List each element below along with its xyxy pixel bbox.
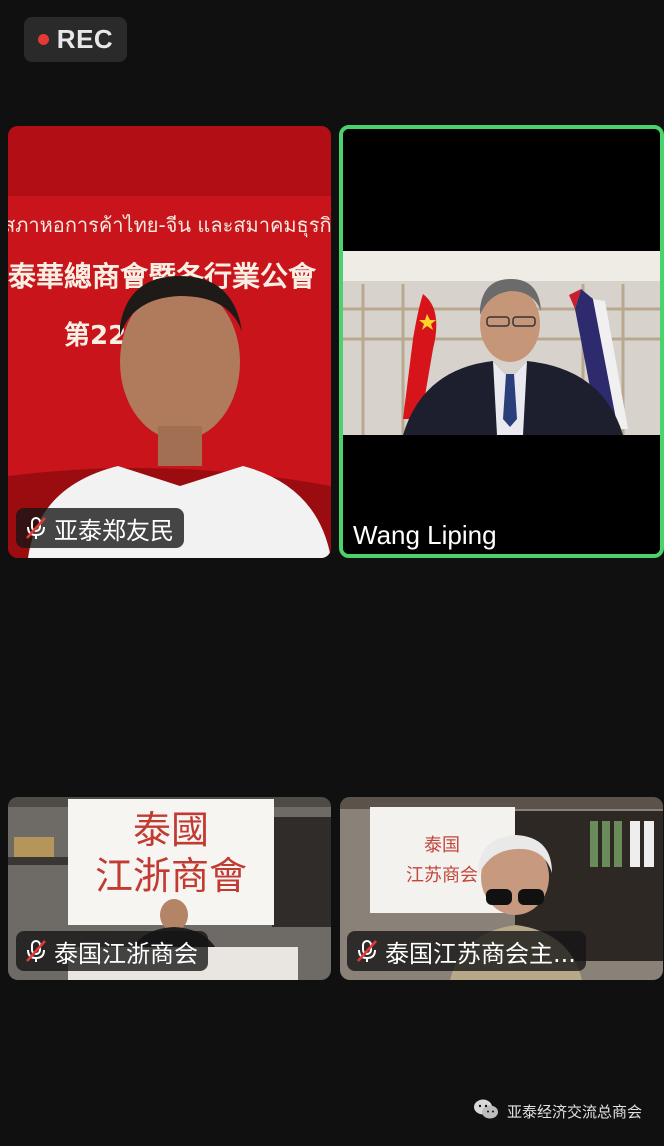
participant-nameplate: Wang Liping bbox=[353, 515, 497, 554]
mic-muted-icon bbox=[24, 515, 48, 541]
participant-name: 泰国江浙商会 bbox=[54, 939, 198, 968]
participant-name: 泰国江苏商会主... bbox=[385, 939, 576, 968]
participant-video-2 bbox=[343, 129, 660, 554]
participant-nameplate: 亚泰郑友民 bbox=[16, 508, 184, 548]
participant-video-1: สภาหอการค้าไทย-จีน และสมาคมธุรกิจ 泰華總商會暨… bbox=[8, 126, 331, 558]
participant-nameplate: 泰国江浙商会 bbox=[16, 931, 208, 971]
sign-line-2: 江苏商会 bbox=[406, 865, 478, 886]
sign-line-1: 泰國 bbox=[133, 808, 209, 852]
video-tile-3[interactable]: 泰國 江浙商會 泰国江浙商会 bbox=[8, 797, 331, 980]
sign-line-2: 江浙商會 bbox=[95, 854, 247, 898]
mic-muted-icon bbox=[355, 938, 379, 964]
wechat-watermark: 亚泰经济交流总商会 bbox=[473, 1098, 642, 1124]
video-tile-2[interactable]: Wang Liping bbox=[339, 125, 664, 558]
sign-line-1: 泰国 bbox=[424, 835, 460, 856]
watermark-label: 亚泰经济交流总商会 bbox=[506, 1102, 642, 1121]
banner-thai: สภาหอการค้าไทย-จีน และสมาคมธุรกิจ bbox=[8, 213, 331, 238]
video-tile-1[interactable]: สภาหอการค้าไทย-จีน และสมาคมธุรกิจ 泰華總商會暨… bbox=[8, 126, 331, 558]
recording-indicator: REC bbox=[24, 17, 127, 62]
participant-name: 亚泰郑友民 bbox=[54, 516, 174, 545]
mic-muted-icon bbox=[24, 938, 48, 964]
recording-label: REC bbox=[56, 24, 114, 54]
video-tile-4[interactable]: 泰国 江苏商会 泰国江苏商会主... bbox=[340, 797, 663, 980]
wechat-icon bbox=[473, 1098, 499, 1124]
record-dot-icon bbox=[37, 34, 49, 45]
participant-name: Wang Liping bbox=[353, 519, 497, 550]
participant-nameplate: 泰国江苏商会主... bbox=[347, 931, 586, 971]
